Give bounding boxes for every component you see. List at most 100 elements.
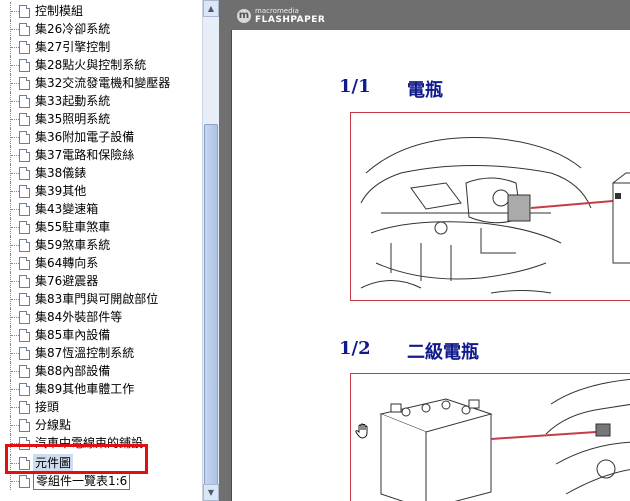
tree-item[interactable]: 集76避震器 <box>0 272 202 290</box>
tree-item-label: 集84外裝部件等 <box>35 310 123 324</box>
secondary-battery-drawing <box>379 378 630 501</box>
document-icon <box>19 311 30 324</box>
battery-engine-figure <box>350 112 630 301</box>
tree-item[interactable]: 集39其他 <box>0 182 202 200</box>
document-page[interactable]: 1/1 電瓶 1/2 二級電瓶 <box>231 30 630 501</box>
document-icon <box>19 239 30 252</box>
tree-item[interactable]: 集26冷卻系統 <box>0 20 202 38</box>
document-icon <box>19 457 30 470</box>
scroll-up-button[interactable]: ▲ <box>203 0 219 17</box>
tree-item-label: 集28點火與控制系統 <box>35 58 147 72</box>
tree-item-label: 集83車門與可開啟部位 <box>35 292 159 306</box>
document-icon <box>19 383 30 396</box>
tree-item[interactable]: 集43變速箱 <box>0 200 202 218</box>
tree-item[interactable]: 接頭 <box>0 398 202 416</box>
tree-item-label: 集39其他 <box>35 184 87 198</box>
tree-pane: 控制模組 集26冷卻系統集27引擎控制集28點火與控制系統集32交流發電機和變壓器… <box>0 0 202 501</box>
section-title: 電瓶 <box>407 80 443 101</box>
section-number: 1/2 <box>339 338 371 359</box>
macromedia-logo-icon: m <box>237 9 251 23</box>
hand-tool-icon[interactable] <box>354 422 372 440</box>
tree-item-label: 集89其他車體工作 <box>35 382 135 396</box>
document-icon <box>19 221 30 234</box>
section-number: 1/1 <box>339 76 371 97</box>
tree-item-label: 集55駐車煞車 <box>35 220 111 234</box>
tree-connector <box>11 263 19 264</box>
document-icon <box>19 167 30 180</box>
tree-item[interactable]: 集33起動系統 <box>0 92 202 110</box>
document-icon <box>19 401 30 414</box>
tree-connector <box>11 47 19 48</box>
tree-connector <box>11 29 19 30</box>
tree-connector <box>11 481 19 482</box>
tree-item[interactable]: 集38儀錶 <box>0 164 202 182</box>
tree-item[interactable]: 集35照明系統 <box>0 110 202 128</box>
tree-item[interactable]: 集37電路和保險絲 <box>0 146 202 164</box>
tree-item[interactable]: 元件圖 <box>0 454 202 472</box>
tree-item[interactable]: 集88內部設備 <box>0 362 202 380</box>
document-icon <box>19 185 30 198</box>
tree-item-label: 集32交流發電機和變壓器 <box>35 76 171 90</box>
engine-bay-drawing <box>360 136 630 294</box>
tree-item-label: 零組件一覽表1:6 <box>33 472 131 490</box>
tree-item[interactable]: 集55駐車煞車 <box>0 218 202 236</box>
document-icon <box>19 113 30 126</box>
tree-item[interactable]: 汽車中電線束的鋪設 <box>0 434 202 452</box>
tree-item[interactable]: 集36附加電子設備 <box>0 128 202 146</box>
tree-item[interactable]: 集83車門與可開啟部位 <box>0 290 202 308</box>
tree-connector <box>11 425 19 426</box>
secondary-battery-figure <box>350 373 630 501</box>
tree-item[interactable]: 零組件一覽表1:6 <box>0 472 202 490</box>
scroll-thumb[interactable] <box>204 124 218 486</box>
tree-connector <box>11 227 19 228</box>
document-icon <box>19 95 30 108</box>
tree-item-label: 集88內部設備 <box>35 364 111 378</box>
tree-connector <box>11 173 19 174</box>
tree-item-label: 集27引擎控制 <box>35 40 111 54</box>
scroll-down-button[interactable]: ▼ <box>203 484 219 501</box>
tree-item[interactable]: 集85車內設備 <box>0 326 202 344</box>
document-icon <box>19 131 30 144</box>
tree-connector <box>11 463 19 464</box>
tree-item-label: 集37電路和保險絲 <box>35 148 135 162</box>
document-icon <box>19 437 30 450</box>
tree-connector <box>11 407 19 408</box>
tree-item[interactable]: 集28點火與控制系統 <box>0 56 202 74</box>
section-title: 二級電瓶 <box>407 342 479 363</box>
tree-connector <box>11 281 19 282</box>
tree-connector <box>11 209 19 210</box>
tree-item[interactable]: 集59煞車系統 <box>0 236 202 254</box>
document-viewer[interactable]: m macromedia FLASHPAPER 1/1 電瓶 1/2 二級電瓶 <box>219 0 630 501</box>
tree-item-label: 集38儀錶 <box>35 166 87 180</box>
tree-connector <box>11 101 19 102</box>
tree-connector <box>11 83 19 84</box>
document-icon <box>19 59 30 72</box>
tree-item-label: 分線點 <box>35 418 72 432</box>
tree-item[interactable]: 集84外裝部件等 <box>0 308 202 326</box>
tree-item[interactable]: 集32交流發電機和變壓器 <box>0 74 202 92</box>
tree-item-label: 集36附加電子設備 <box>35 130 135 144</box>
tree-item-label: 汽車中電線束的鋪設 <box>35 436 144 450</box>
tree-connector <box>11 119 19 120</box>
tree-connector <box>11 11 19 12</box>
tree-item[interactable]: 集87恆溫控制系統 <box>0 344 202 362</box>
tree-item-label: 集64轉向系 <box>35 256 99 270</box>
tree-item[interactable]: 控制模組 <box>0 2 202 20</box>
tree-item[interactable]: 集89其他車體工作 <box>0 380 202 398</box>
document-icon <box>19 257 30 270</box>
document-icon <box>19 419 30 432</box>
tree-item-label: 集76避震器 <box>35 274 99 288</box>
tree-item[interactable]: 分線點 <box>0 416 202 434</box>
tree-connector <box>11 245 19 246</box>
tree-item[interactable]: 集27引擎控制 <box>0 38 202 56</box>
document-icon <box>19 77 30 90</box>
document-icon <box>19 149 30 162</box>
brand-big-text: FLASHPAPER <box>255 15 326 25</box>
tree-item[interactable]: 集64轉向系 <box>0 254 202 272</box>
tree-scrollbar[interactable]: ▲ ▼ <box>202 0 219 501</box>
tree-item-label: 接頭 <box>35 400 60 414</box>
tree-item-label: 集43變速箱 <box>35 202 99 216</box>
tree-connector <box>11 335 19 336</box>
document-icon <box>19 203 30 216</box>
document-icon <box>19 475 30 488</box>
